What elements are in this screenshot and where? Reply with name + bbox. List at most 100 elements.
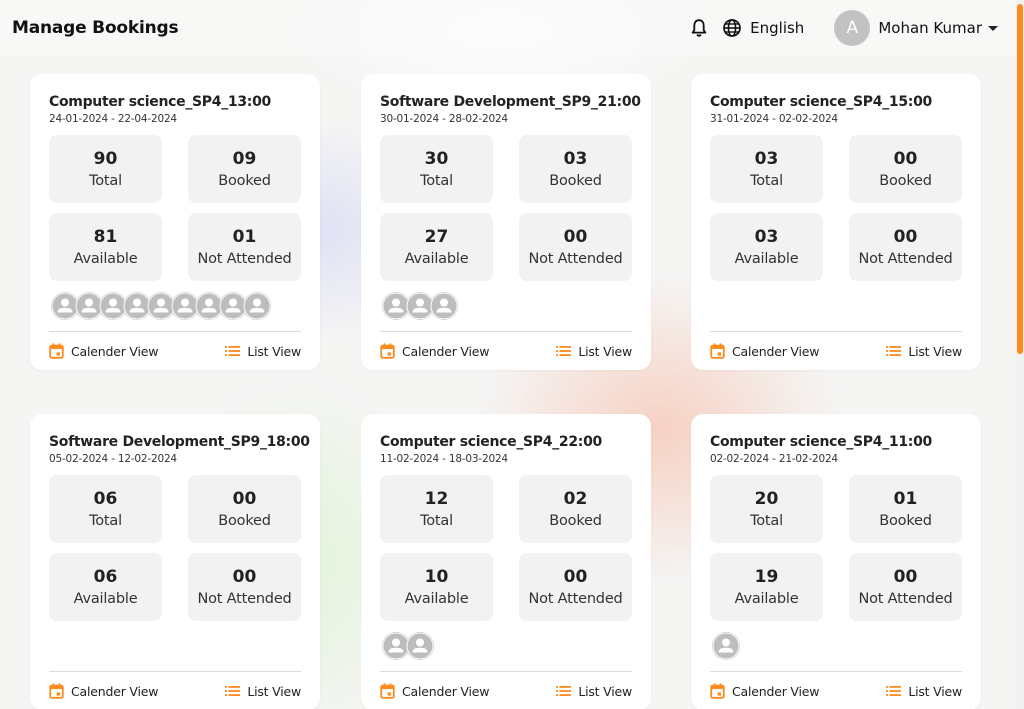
calendar-view-label: Calender View	[732, 343, 820, 359]
stat-total-value: 03	[754, 149, 779, 169]
stat-not-attended-label: Not Attended	[197, 251, 292, 267]
calendar-view-label: Calender View	[71, 343, 159, 359]
calendar-view-label: Calender View	[402, 343, 490, 359]
user-menu[interactable]: A Mohan Kumar	[834, 10, 998, 46]
attendee-avatars	[49, 621, 301, 671]
stat-available-label: Available	[404, 591, 469, 607]
stat-booked-label: Booked	[879, 513, 932, 529]
stat-available-value: 06	[93, 567, 118, 587]
card-date-range: 31-01-2024 - 02-02-2024	[710, 113, 838, 125]
top-bar: Manage Bookings English A Mohan Kumar	[0, 0, 1016, 56]
card-title: Computer science_SP4_11:00	[710, 434, 932, 450]
stat-available-label: Available	[73, 591, 138, 607]
stat-booked: 01 Booked	[849, 475, 962, 543]
list-view-label: List View	[247, 683, 301, 699]
card-stats: 90 Total 09 Booked 81 Available 01 Not A…	[49, 135, 301, 281]
stat-not-attended: 01 Not Attended	[188, 213, 301, 281]
calendar-icon	[380, 683, 395, 699]
card-stats: 03 Total 00 Booked 03 Available 00 Not A…	[710, 135, 962, 281]
attendee-avatar[interactable]	[712, 632, 740, 660]
stat-booked-value: 09	[232, 149, 257, 169]
attendee-avatar[interactable]	[243, 292, 271, 320]
list-view-label: List View	[908, 343, 962, 359]
booking-card: Software Development_SP9_18:00 05-02-202…	[30, 414, 320, 709]
list-view-link[interactable]: List View	[556, 684, 632, 699]
list-view-link[interactable]: List View	[886, 684, 962, 699]
calendar-icon	[380, 343, 395, 359]
stat-total-label: Total	[420, 513, 453, 529]
attendee-avatars	[710, 281, 962, 331]
stat-total-label: Total	[89, 173, 122, 189]
list-view-link[interactable]: List View	[225, 684, 301, 699]
card-footer: Calender View List View	[380, 672, 632, 709]
card-footer: Calender View List View	[710, 332, 962, 370]
language-selector[interactable]: English	[722, 18, 804, 38]
list-view-link[interactable]: List View	[225, 344, 301, 359]
stat-not-attended-label: Not Attended	[528, 251, 623, 267]
scrollbar-thumb[interactable]	[1017, 4, 1023, 354]
user-icon	[406, 632, 434, 660]
calendar-view-link[interactable]: Calender View	[710, 343, 819, 359]
list-view-link[interactable]: List View	[886, 344, 962, 359]
bell-icon	[691, 19, 707, 37]
calendar-view-link[interactable]: Calender View	[380, 683, 489, 699]
stat-available: 03 Available	[710, 213, 823, 281]
list-view-label: List View	[247, 343, 301, 359]
calendar-view-link[interactable]: Calender View	[49, 343, 158, 359]
stat-not-attended: 00 Not Attended	[849, 553, 962, 621]
stat-booked-value: 00	[232, 489, 257, 509]
card-footer: Calender View List View	[49, 332, 301, 370]
stat-not-attended: 00 Not Attended	[849, 213, 962, 281]
stat-available: 19 Available	[710, 553, 823, 621]
stat-available: 81 Available	[49, 213, 162, 281]
stat-available-label: Available	[734, 251, 799, 267]
attendee-avatars	[710, 621, 962, 671]
calendar-view-link[interactable]: Calender View	[710, 683, 819, 699]
calendar-view-label: Calender View	[71, 683, 159, 699]
page-title: Manage Bookings	[12, 18, 179, 38]
stat-available-value: 03	[754, 227, 779, 247]
notifications-button[interactable]	[688, 17, 710, 39]
list-icon	[556, 346, 572, 356]
attendee-avatar[interactable]	[430, 292, 458, 320]
stat-available-label: Available	[734, 591, 799, 607]
scrollbar[interactable]	[1016, 0, 1024, 709]
stat-booked: 00 Booked	[188, 475, 301, 543]
stat-available-label: Available	[404, 251, 469, 267]
list-view-link[interactable]: List View	[556, 344, 632, 359]
user-icon	[712, 632, 740, 660]
stat-available: 06 Available	[49, 553, 162, 621]
calendar-view-label: Calender View	[402, 683, 490, 699]
stat-not-attended: 00 Not Attended	[519, 213, 632, 281]
stat-not-attended-label: Not Attended	[528, 591, 623, 607]
booking-card: Computer science_SP4_15:00 31-01-2024 - …	[691, 74, 981, 370]
stat-not-attended-value: 01	[232, 227, 257, 247]
card-date-range: 24-01-2024 - 22-04-2024	[49, 113, 177, 125]
stat-available-label: Available	[73, 251, 138, 267]
stat-not-attended-label: Not Attended	[197, 591, 292, 607]
user-icon	[430, 292, 458, 320]
card-stats: 30 Total 03 Booked 27 Available 00 Not A…	[380, 135, 632, 281]
attendee-avatar[interactable]	[406, 632, 434, 660]
stat-total-value: 30	[424, 149, 449, 169]
stat-total-label: Total	[89, 513, 122, 529]
stat-available-value: 19	[754, 567, 779, 587]
card-stats: 20 Total 01 Booked 19 Available 00 Not A…	[710, 475, 962, 621]
stat-total: 20 Total	[710, 475, 823, 543]
card-date-range: 30-01-2024 - 28-02-2024	[380, 113, 508, 125]
booking-card: Computer science_SP4_22:00 11-02-2024 - …	[361, 414, 651, 709]
stat-booked-label: Booked	[549, 173, 602, 189]
stat-total: 06 Total	[49, 475, 162, 543]
stat-available-value: 27	[424, 227, 449, 247]
card-date-range: 11-02-2024 - 18-03-2024	[380, 453, 508, 465]
stat-booked-label: Booked	[549, 513, 602, 529]
stat-booked: 00 Booked	[849, 135, 962, 203]
stat-not-attended-value: 00	[563, 567, 588, 587]
calendar-view-link[interactable]: Calender View	[49, 683, 158, 699]
list-icon	[225, 686, 241, 696]
stat-total-value: 90	[93, 149, 118, 169]
card-title: Computer science_SP4_22:00	[380, 434, 602, 450]
attendee-avatars	[380, 281, 632, 331]
globe-icon	[723, 19, 742, 37]
calendar-view-link[interactable]: Calender View	[380, 343, 489, 359]
